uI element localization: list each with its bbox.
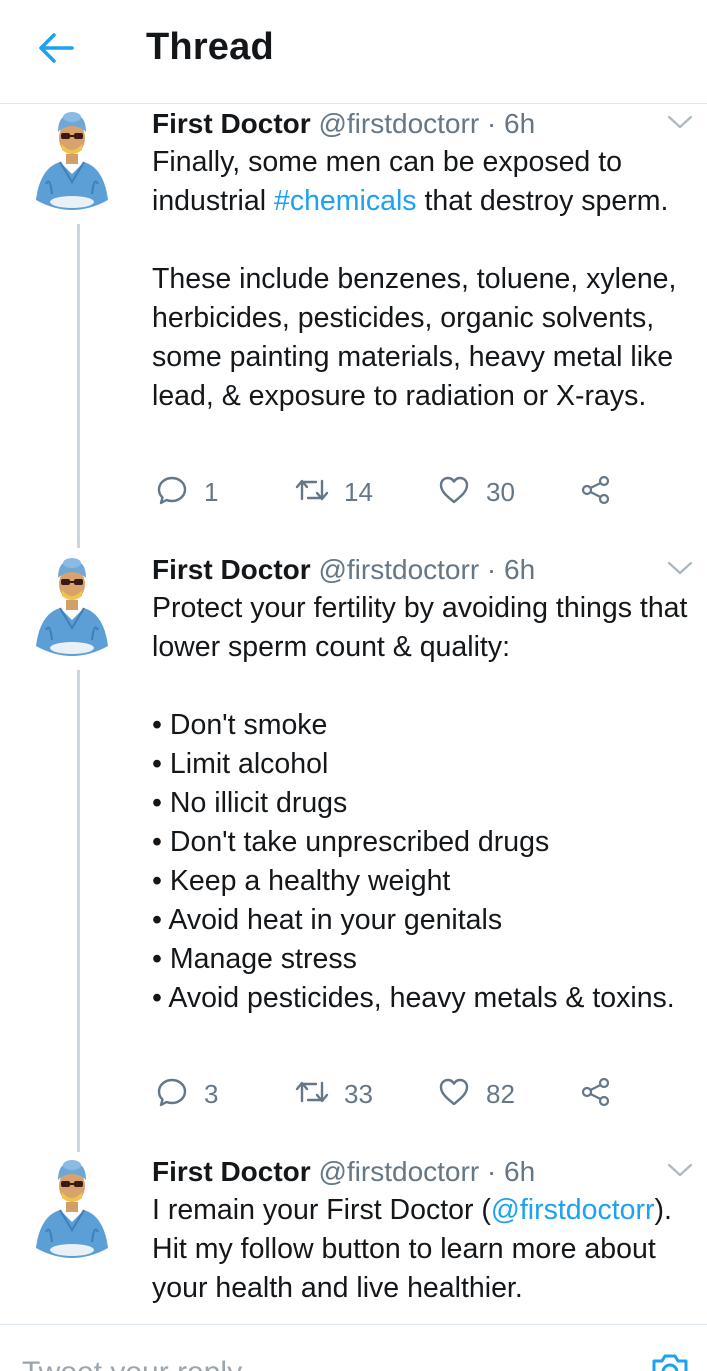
- tweet-menu-button[interactable]: [664, 1156, 696, 1188]
- list-item: • Don't smoke: [152, 709, 328, 741]
- separator-dot: ·: [486, 108, 497, 139]
- avatar[interactable]: [30, 550, 114, 662]
- list-item: • Avoid heat in your genitals: [152, 904, 503, 936]
- tweet-text: I remain your First Doctor (@firstdoctor…: [152, 1191, 702, 1308]
- timestamp[interactable]: 6h: [504, 554, 535, 585]
- tweet-header: First Doctor @firstdoctorr · 6h: [152, 552, 535, 588]
- list-item: • Keep a healthy weight: [152, 865, 451, 897]
- like-button[interactable]: 82: [438, 1074, 515, 1114]
- tweet-menu-button[interactable]: [664, 108, 696, 140]
- retweet-icon: [294, 1077, 330, 1112]
- like-icon: [438, 475, 470, 510]
- tweet[interactable]: First Doctor @firstdoctorr · 6h I remain…: [0, 1152, 707, 1324]
- timestamp[interactable]: 6h: [504, 108, 535, 139]
- author-name[interactable]: First Doctor: [152, 108, 311, 139]
- back-arrow-icon: [38, 32, 74, 69]
- reply-icon: [156, 1076, 188, 1113]
- tweet-paragraph: Protect your fertility by avoiding thing…: [152, 592, 688, 663]
- like-icon: [438, 1077, 470, 1112]
- page-title: Thread: [146, 26, 274, 68]
- tweet-text: Finally, some men can be exposed to indu…: [152, 143, 702, 416]
- list-item: • Manage stress: [152, 943, 357, 975]
- reply-button[interactable]: 3: [156, 1074, 218, 1114]
- back-button[interactable]: [34, 28, 78, 72]
- share-icon: [580, 1076, 612, 1113]
- avatar[interactable]: [30, 104, 114, 216]
- timestamp[interactable]: 6h: [504, 1156, 535, 1187]
- tweet-text: Protect your fertility by avoiding thing…: [152, 589, 702, 1018]
- retweet-count: 33: [344, 1078, 373, 1109]
- list-item: • No illicit drugs: [152, 787, 348, 819]
- tweet-actions: 3 33 82: [156, 1074, 636, 1114]
- like-button[interactable]: 30: [438, 472, 515, 512]
- reply-input[interactable]: [22, 1353, 582, 1371]
- like-count: 82: [486, 1078, 515, 1109]
- author-handle[interactable]: @firstdoctorr: [318, 108, 479, 139]
- retweet-count: 14: [344, 476, 373, 507]
- retweet-icon: [294, 475, 330, 510]
- reply-composer: [0, 1324, 707, 1371]
- like-count: 30: [486, 476, 515, 507]
- share-button[interactable]: [580, 472, 612, 512]
- separator-dot: ·: [486, 1156, 497, 1187]
- tweet[interactable]: First Doctor @firstdoctorr · 6h Finally,…: [0, 104, 707, 552]
- reply-button[interactable]: 1: [156, 472, 218, 512]
- tweet[interactable]: First Doctor @firstdoctorr · 6h Protect …: [0, 550, 707, 1150]
- list-item: • Don't take unprescribed drugs: [152, 826, 550, 858]
- avatar[interactable]: [30, 1152, 114, 1264]
- chevron-down-icon: [667, 114, 693, 135]
- tweet-paragraph: Finally, some men can be exposed to indu…: [152, 146, 669, 217]
- tweet-header: First Doctor @firstdoctorr · 6h: [152, 1154, 535, 1190]
- share-icon: [580, 474, 612, 511]
- author-handle[interactable]: @firstdoctorr: [318, 1156, 479, 1187]
- tweet-menu-button[interactable]: [664, 554, 696, 586]
- chevron-down-icon: [667, 1162, 693, 1183]
- mention-link[interactable]: @firstdoctorr: [491, 1194, 655, 1226]
- camera-button[interactable]: [648, 1349, 696, 1371]
- list-item: • Limit alcohol: [152, 748, 329, 780]
- reply-count: 1: [204, 476, 219, 507]
- top-bar: Thread: [0, 0, 707, 104]
- hashtag-link[interactable]: #chemicals: [274, 185, 417, 217]
- tweet-paragraph: I remain your First Doctor (@firstdoctor…: [152, 1194, 672, 1304]
- retweet-button[interactable]: 14: [294, 472, 373, 512]
- list-item: • Avoid pesticides, heavy metals & toxin…: [152, 982, 675, 1014]
- author-handle[interactable]: @firstdoctorr: [318, 554, 479, 585]
- reply-count: 3: [204, 1078, 219, 1109]
- share-button[interactable]: [580, 1074, 612, 1114]
- tweet-paragraph: These include benzenes, toluene, xylene,…: [152, 263, 677, 412]
- reply-icon: [156, 474, 188, 511]
- separator-dot: ·: [486, 554, 497, 585]
- author-name[interactable]: First Doctor: [152, 554, 311, 585]
- tweet-header: First Doctor @firstdoctorr · 6h: [152, 106, 535, 142]
- tweet-actions: 1 14 30: [156, 472, 636, 512]
- author-name[interactable]: First Doctor: [152, 1156, 311, 1187]
- chevron-down-icon: [667, 560, 693, 581]
- retweet-button[interactable]: 33: [294, 1074, 373, 1114]
